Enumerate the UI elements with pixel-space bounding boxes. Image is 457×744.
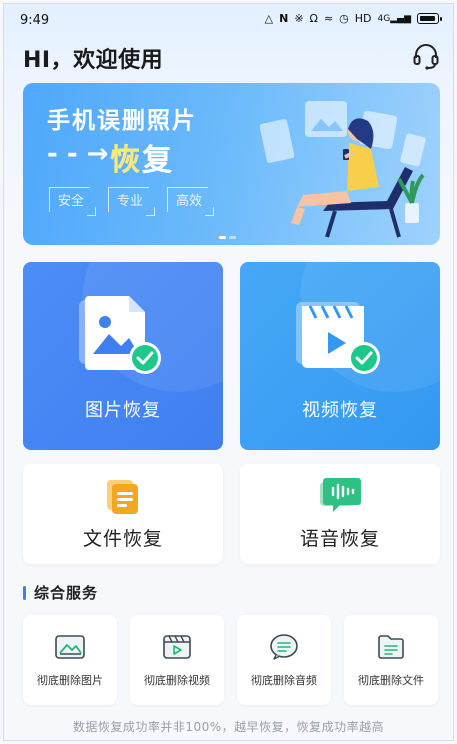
photo-recovery-label: 图片恢复 (85, 400, 161, 421)
video-recovery-label: 视频恢复 (302, 400, 378, 421)
banner-title: 手机误删照片 (47, 108, 197, 134)
recovery-disclaimer: 数据恢复成功率并非100%，越早恢复，恢复成功率越高 (72, 720, 385, 734)
status-time: 9:49 (20, 13, 50, 28)
delete-files-label: 彻底删除文件 (358, 674, 424, 687)
hd-icon: HD (354, 12, 372, 25)
section-accent-bar (23, 585, 26, 600)
file-delete-icon (378, 635, 404, 659)
app-screen: 9:49 △ N ※ Ω ≈ ◷ HD 4G▂▄▆ HI，欢迎使用 手机误删照片… (3, 3, 454, 741)
delete-audio-button[interactable]: 彻底删除音频 (237, 615, 331, 705)
mobile-signal-icon: 4G▂▄▆ (377, 13, 411, 24)
status-bar: 9:49 △ N ※ Ω ≈ ◷ HD 4G▂▄▆ (4, 4, 453, 38)
photo-recovery-card[interactable]: 图片恢复 (23, 262, 223, 450)
signal-drop-icon: △ (264, 12, 274, 25)
services-section-header: 综合服务 (23, 582, 98, 603)
services-title: 综合服务 (34, 584, 99, 602)
banner-tags: 安全 专业 高效 (49, 187, 215, 216)
voice-recovery-label: 语音恢复 (299, 528, 380, 550)
status-icons: △ N ※ Ω ≈ ◷ HD 4G▂▄▆ (264, 12, 442, 25)
delete-images-button[interactable]: 彻底删除图片 (23, 615, 117, 705)
delete-videos-button[interactable]: 彻底删除视频 (130, 615, 224, 705)
banner-tag: 专业 (108, 187, 156, 216)
banner-arrow: - - → (47, 139, 109, 169)
audio-delete-icon (270, 634, 298, 660)
headset-icon[interactable] (413, 43, 439, 71)
voice-recovery-card[interactable]: 语音恢复 (240, 464, 440, 564)
delete-videos-label: 彻底删除视频 (144, 674, 210, 687)
banner-tag: 安全 (49, 187, 97, 216)
document-recovery-card[interactable]: 文件恢复 (23, 464, 223, 564)
vibrate-icon: ≈ (323, 12, 334, 25)
document-icon (107, 480, 138, 514)
alarm-icon: ◷ (339, 12, 349, 25)
woman-with-phone-illustration (259, 101, 426, 238)
delete-images-label: 彻底删除图片 (37, 674, 103, 687)
nfc-icon: N (279, 12, 289, 25)
headphone-icon: Ω (309, 12, 318, 25)
delete-audio-label: 彻底删除音频 (251, 674, 317, 687)
video-recovery-card[interactable]: 视频恢复 (240, 262, 440, 450)
video-recovery-icon (296, 302, 380, 374)
carousel-dot[interactable] (229, 236, 236, 239)
image-delete-icon (55, 635, 85, 659)
bluetooth-icon: ※ (294, 12, 304, 25)
banner-subtitle: 恢复 (110, 143, 174, 178)
image-recovery-icon (79, 296, 161, 374)
promo-banner[interactable]: 手机误删照片 - - → 恢复 安全 专业 高效 (23, 83, 440, 245)
voice-message-icon (320, 478, 361, 512)
document-recovery-label: 文件恢复 (82, 528, 163, 550)
carousel-dot[interactable] (219, 236, 226, 239)
banner-tag: 高效 (167, 187, 215, 216)
video-delete-icon (163, 635, 191, 659)
battery-icon (417, 13, 442, 24)
carousel-indicator[interactable] (219, 236, 236, 239)
delete-files-button[interactable]: 彻底删除文件 (344, 615, 438, 705)
page-title: HI，欢迎使用 (23, 48, 164, 73)
